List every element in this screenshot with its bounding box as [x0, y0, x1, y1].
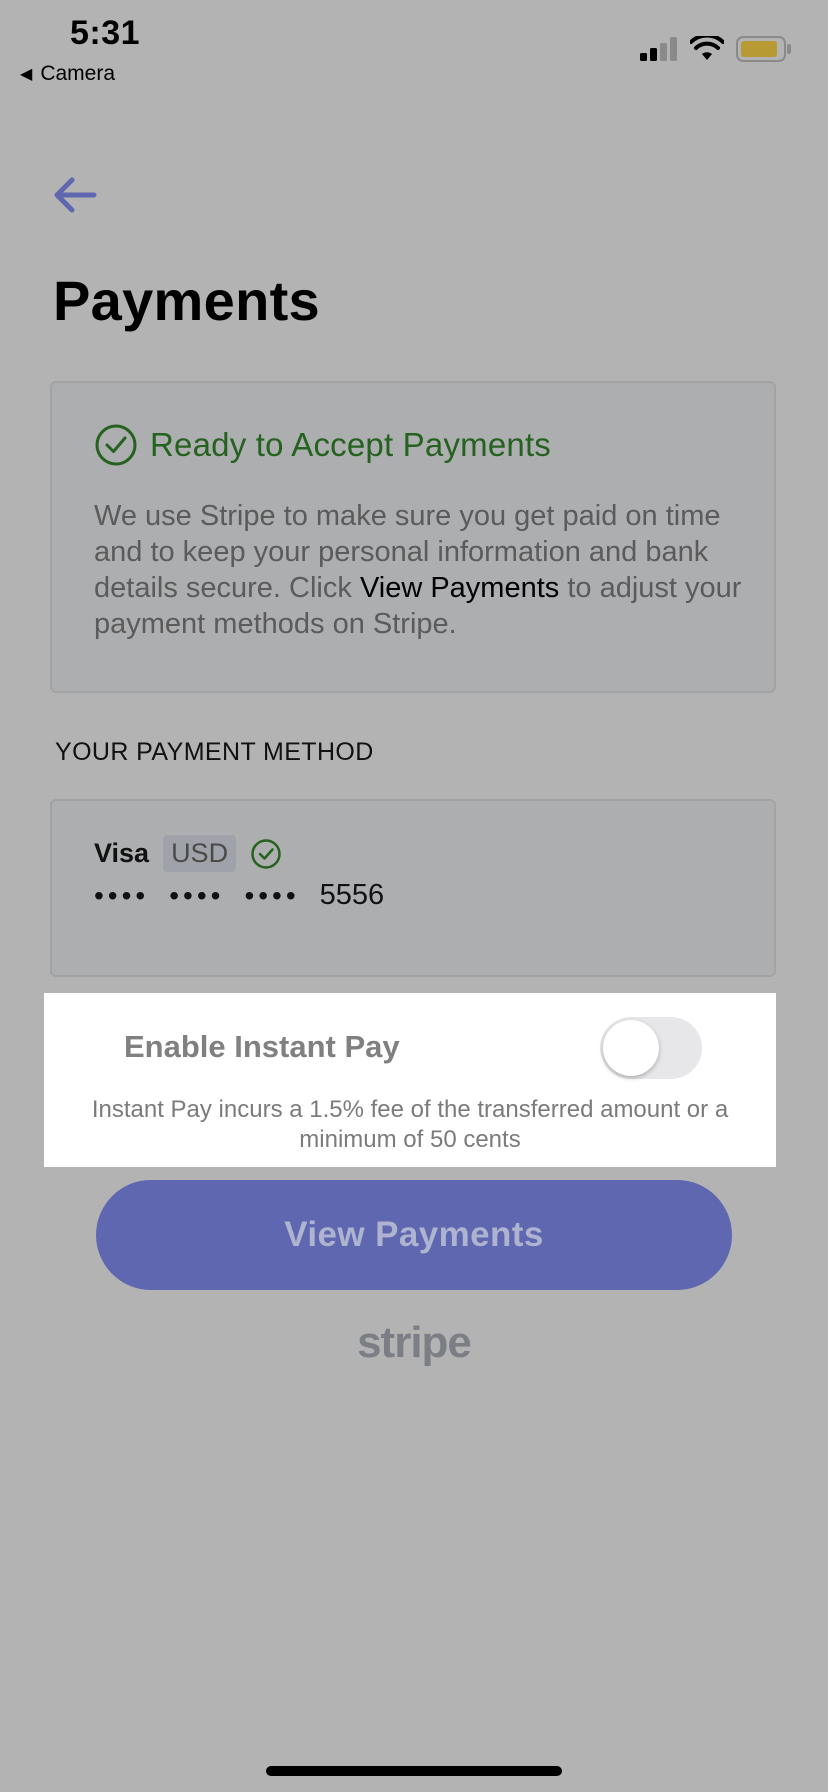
- status-icons: [640, 36, 792, 62]
- ready-header: Ready to Accept Payments: [94, 423, 551, 467]
- arrow-left-icon: [54, 177, 97, 213]
- ready-status-card: Ready to Accept Payments We use Stripe t…: [50, 381, 776, 693]
- ready-description: We use Stripe to make sure you get paid …: [94, 498, 754, 642]
- back-triangle-icon: ◀: [20, 66, 33, 83]
- view-payments-button[interactable]: View Payments: [96, 1180, 732, 1290]
- card-last4: 5556: [319, 879, 385, 911]
- instant-pay-toggle[interactable]: [600, 1017, 702, 1079]
- battery-icon: [736, 36, 791, 62]
- stripe-logo: stripe: [357, 1318, 472, 1367]
- currency-badge: USD: [163, 835, 237, 872]
- back-app-label: Camera: [40, 62, 116, 85]
- masked-group: ••••: [94, 879, 150, 911]
- signal-icon: [640, 37, 677, 61]
- wifi-icon: [690, 36, 724, 60]
- back-button[interactable]: [50, 170, 100, 220]
- ready-title: Ready to Accept Payments: [150, 426, 552, 463]
- masked-group: ••••: [244, 879, 300, 911]
- payment-method-section-label: YOUR PAYMENT METHOD: [55, 738, 374, 766]
- ready-text-strong: View Payments: [359, 572, 560, 604]
- home-indicator[interactable]: [266, 1766, 562, 1776]
- instant-pay-label: Enable Instant Pay: [124, 1029, 400, 1064]
- masked-group: ••••: [169, 879, 225, 911]
- page-title: Payments: [53, 269, 320, 332]
- verified-check-icon: [251, 838, 281, 869]
- check-circle-icon: [95, 424, 137, 466]
- instant-pay-panel: Enable Instant Pay Instant Pay incurs a …: [44, 993, 776, 1167]
- back-to-camera[interactable]: ◀ Camera: [20, 62, 115, 86]
- status-time: 5:31: [70, 14, 141, 52]
- payment-method-header: Visa USD: [94, 835, 282, 872]
- card-brand: Visa: [94, 838, 150, 868]
- payment-method-card[interactable]: Visa USD •••• •••• •••• 5556: [50, 799, 776, 977]
- toggle-knob: [603, 1020, 659, 1076]
- instant-pay-fee-text: Instant Pay incurs a 1.5% fee of the tra…: [91, 1096, 729, 1153]
- masked-card-number: •••• •••• •••• 5556: [94, 879, 384, 912]
